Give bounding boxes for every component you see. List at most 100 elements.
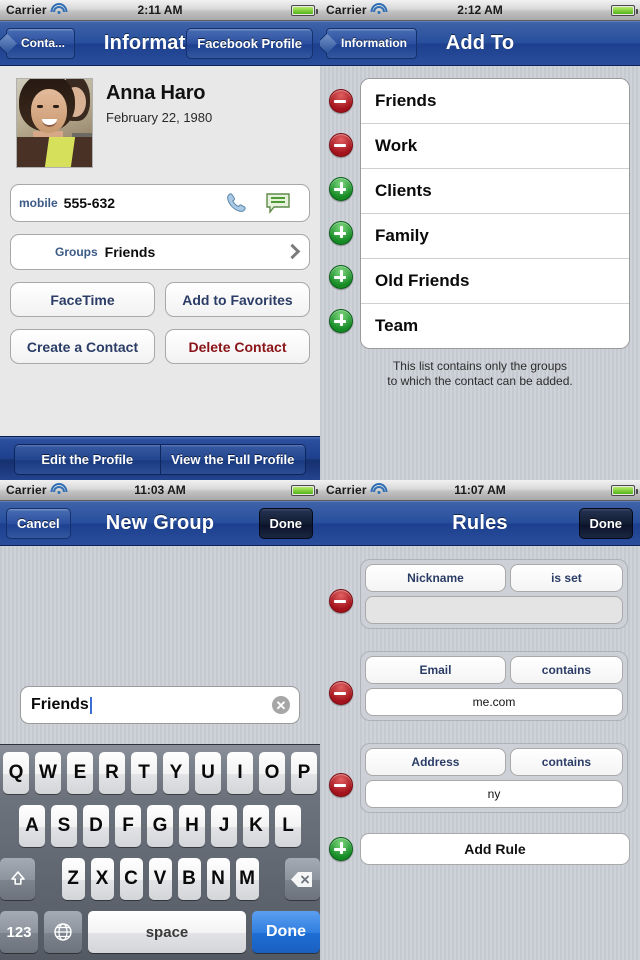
list-item[interactable]: Clients: [361, 169, 629, 214]
key-n[interactable]: N: [206, 858, 230, 900]
list-item[interactable]: Team: [361, 304, 629, 348]
shift-arrow-icon[interactable]: [0, 858, 36, 900]
rule-group: Email contains me.com: [360, 651, 628, 721]
key-h[interactable]: H: [179, 805, 205, 847]
navigation-bar: Rules Done: [320, 501, 640, 546]
add-rule-button[interactable]: Add Rule: [360, 833, 630, 865]
add-to-favorites-button[interactable]: Add to Favorites: [165, 282, 310, 317]
key-x[interactable]: X: [90, 858, 114, 900]
edit-profile-button[interactable]: Edit the Profile: [15, 444, 160, 474]
groups-value: Friends: [104, 244, 156, 260]
minus-circle-icon[interactable]: [329, 133, 353, 157]
message-bubble-icon[interactable]: [265, 192, 293, 214]
key-j[interactable]: J: [211, 805, 237, 847]
rule-field-button[interactable]: Nickname: [365, 564, 506, 592]
status-bar: Carrier 11:07 AM: [320, 480, 640, 501]
keyboard-row-4: 123 space Done: [0, 900, 320, 953]
create-contact-button[interactable]: Create a Contact: [10, 329, 155, 364]
plus-circle-icon[interactable]: [329, 309, 353, 333]
clock-label: 11:03 AM: [134, 483, 186, 497]
key-p[interactable]: P: [291, 752, 317, 794]
key-f[interactable]: F: [115, 805, 141, 847]
bottom-toolbar: Edit the Profile View the Full Profile: [0, 436, 320, 480]
rule-operator-button[interactable]: contains: [509, 656, 623, 684]
list-item[interactable]: Old Friends: [361, 259, 629, 304]
key-z[interactable]: Z: [61, 858, 85, 900]
group-name-input[interactable]: Friends ✕: [20, 686, 300, 724]
done-button[interactable]: Done: [258, 507, 313, 539]
backspace-icon[interactable]: [284, 858, 320, 900]
rule-header: Address contains: [365, 748, 623, 776]
keyboard-row-3: Z X C V B N M: [0, 847, 320, 900]
minus-circle-icon[interactable]: [329, 681, 353, 705]
rule-value-input[interactable]: me.com: [365, 688, 623, 716]
contact-name: Anna Haro: [106, 82, 206, 104]
chevron-right-icon: [287, 244, 297, 260]
rule-operator-button[interactable]: is set: [509, 564, 623, 592]
keyboard-row-1: Q W E R T Y U I O P: [0, 745, 320, 794]
minus-circle-icon[interactable]: [329, 589, 353, 613]
plus-circle-icon[interactable]: [329, 221, 353, 245]
panel-add-to: Carrier 2:12 AM Information Add To Frien…: [320, 0, 640, 480]
facetime-button[interactable]: FaceTime: [10, 282, 155, 317]
key-e[interactable]: E: [67, 752, 93, 794]
rule-field-button[interactable]: Address: [365, 748, 506, 776]
key-v[interactable]: V: [148, 858, 172, 900]
key-b[interactable]: B: [177, 858, 201, 900]
key-c[interactable]: C: [119, 858, 143, 900]
list-item[interactable]: Friends: [361, 79, 629, 124]
key-g[interactable]: G: [147, 805, 173, 847]
key-d[interactable]: D: [83, 805, 109, 847]
groups-row[interactable]: Groups Friends: [10, 234, 310, 270]
new-group-body: Friends ✕ Q W E R T Y U I O P A S D F G: [0, 546, 320, 960]
key-u[interactable]: U: [195, 752, 221, 794]
phone-row[interactable]: mobile 555-632: [10, 184, 310, 222]
key-k[interactable]: K: [243, 805, 269, 847]
navigation-bar: Cancel New Group Done: [0, 501, 320, 546]
plus-circle-icon[interactable]: [329, 837, 353, 861]
status-bar: Carrier 11:03 AM: [0, 480, 320, 501]
key-a[interactable]: A: [19, 805, 45, 847]
phone-icon[interactable]: [225, 192, 251, 214]
delete-contact-button[interactable]: Delete Contact: [165, 329, 310, 364]
key-r[interactable]: R: [99, 752, 125, 794]
key-m[interactable]: M: [235, 858, 259, 900]
rule-value-input[interactable]: [365, 596, 623, 624]
key-o[interactable]: O: [259, 752, 285, 794]
groups-label: Groups: [55, 245, 98, 259]
key-y[interactable]: Y: [163, 752, 189, 794]
back-button-information[interactable]: Information: [326, 27, 417, 59]
rule-value-input[interactable]: ny: [365, 780, 623, 808]
back-button-contacts[interactable]: Conta...: [6, 27, 75, 59]
status-bar: Carrier 2:12 AM: [320, 0, 640, 21]
rule-field-button[interactable]: Email: [365, 656, 506, 684]
profile-segmented-control: Edit the Profile View the Full Profile: [14, 443, 306, 475]
minus-circle-icon[interactable]: [329, 89, 353, 113]
minus-circle-icon[interactable]: [329, 773, 353, 797]
panel-new-group: Carrier 11:03 AM Cancel New Group Done F…: [0, 480, 320, 960]
key-w[interactable]: W: [35, 752, 61, 794]
keyboard-done-key[interactable]: Done: [252, 911, 320, 953]
cancel-button[interactable]: Cancel: [6, 507, 71, 539]
space-key[interactable]: space: [88, 911, 246, 953]
rule-operator-button[interactable]: contains: [509, 748, 623, 776]
plus-circle-icon[interactable]: [329, 177, 353, 201]
clear-circle-icon[interactable]: ✕: [272, 696, 290, 714]
list-item[interactable]: Family: [361, 214, 629, 259]
list-note-line-2: to which the contact can be added.: [387, 374, 573, 388]
facebook-profile-button[interactable]: Facebook Profile: [186, 27, 313, 59]
battery-icon: [611, 484, 638, 496]
plus-circle-icon[interactable]: [329, 265, 353, 289]
key-q[interactable]: Q: [3, 752, 29, 794]
key-t[interactable]: T: [131, 752, 157, 794]
group-name-value: Friends: [31, 696, 89, 713]
key-s[interactable]: S: [51, 805, 77, 847]
globe-icon[interactable]: [44, 911, 82, 953]
numbers-key[interactable]: 123: [0, 911, 38, 953]
key-i[interactable]: I: [227, 752, 253, 794]
rule-group: Address contains ny: [360, 743, 628, 813]
list-item[interactable]: Work: [361, 124, 629, 169]
view-full-profile-button[interactable]: View the Full Profile: [159, 444, 305, 474]
key-l[interactable]: L: [275, 805, 301, 847]
done-button[interactable]: Done: [578, 507, 633, 539]
